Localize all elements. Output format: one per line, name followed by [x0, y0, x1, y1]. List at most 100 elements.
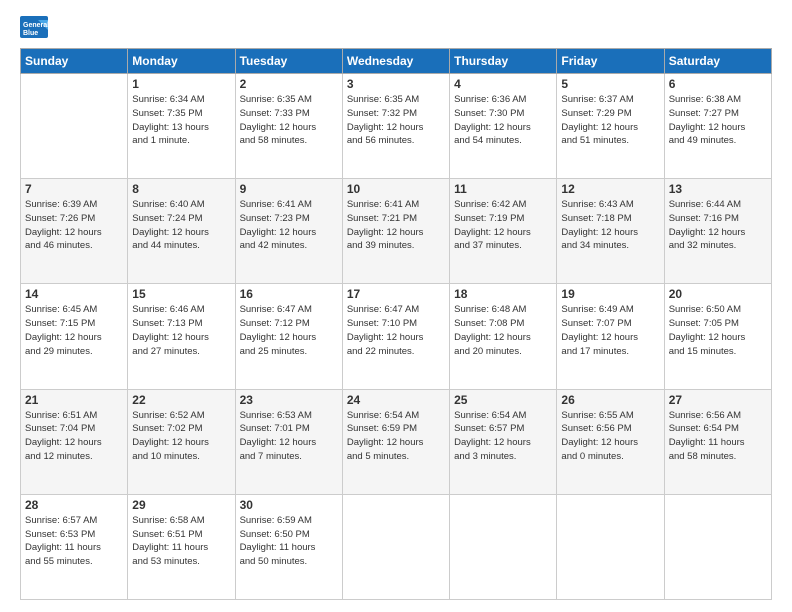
page: General Blue SundayMondayTuesdayWednesda… — [0, 0, 792, 612]
day-number: 5 — [561, 77, 659, 91]
calendar-cell: 11 Sunrise: 6:42 AM Sunset: 7:19 PM Dayli… — [450, 179, 557, 284]
day-info: Sunrise: 6:58 AM Sunset: 6:51 PM Dayligh… — [132, 514, 230, 569]
calendar-cell: 27 Sunrise: 6:56 AM Sunset: 6:54 PM Dayli… — [664, 389, 771, 494]
calendar-cell: 13 Sunrise: 6:44 AM Sunset: 7:16 PM Dayli… — [664, 179, 771, 284]
day-info: Sunrise: 6:34 AM Sunset: 7:35 PM Dayligh… — [132, 93, 230, 148]
calendar-cell: 4 Sunrise: 6:36 AM Sunset: 7:30 PM Daylig… — [450, 74, 557, 179]
day-info: Sunrise: 6:41 AM Sunset: 7:21 PM Dayligh… — [347, 198, 445, 253]
day-number: 27 — [669, 393, 767, 407]
calendar-cell: 26Sunrise: 6:55 AM Sunset: 6:56 PM Dayli… — [557, 389, 664, 494]
calendar-header: SundayMondayTuesdayWednesdayThursdayFrid… — [21, 49, 772, 74]
day-number: 15 — [132, 287, 230, 301]
day-number: 22 — [132, 393, 230, 407]
day-number: 17 — [347, 287, 445, 301]
logo-icon: General Blue — [20, 16, 48, 38]
day-number: 21 — [25, 393, 123, 407]
day-info: Sunrise: 6:56 AM Sunset: 6:54 PM Dayligh… — [669, 409, 767, 464]
calendar-cell: 7Sunrise: 6:39 AM Sunset: 7:26 PM Daylig… — [21, 179, 128, 284]
day-info: Sunrise: 6:47 AM Sunset: 7:12 PM Dayligh… — [240, 303, 338, 358]
weekday-header: Monday — [128, 49, 235, 74]
day-number: 18 — [454, 287, 552, 301]
day-number: 4 — [454, 77, 552, 91]
calendar-cell: 6Sunrise: 6:38 AM Sunset: 7:27 PM Daylig… — [664, 74, 771, 179]
day-info: Sunrise: 6:41 AM Sunset: 7:23 PM Dayligh… — [240, 198, 338, 253]
day-number: 12 — [561, 182, 659, 196]
calendar-week: 28 Sunrise: 6:57 AM Sunset: 6:53 PM Dayli… — [21, 494, 772, 599]
calendar-table: SundayMondayTuesdayWednesdayThursdayFrid… — [20, 48, 772, 600]
day-info: Sunrise: 6:57 AM Sunset: 6:53 PM Dayligh… — [25, 514, 123, 569]
svg-text:General: General — [23, 22, 48, 29]
day-info: Sunrise: 6:47 AM Sunset: 7:10 PM Dayligh… — [347, 303, 445, 358]
day-number: 10 — [347, 182, 445, 196]
day-info: Sunrise: 6:48 AM Sunset: 7:08 PM Dayligh… — [454, 303, 552, 358]
svg-text:Blue: Blue — [23, 30, 38, 37]
day-number: 2 — [240, 77, 338, 91]
weekday-header: Saturday — [664, 49, 771, 74]
day-info: Sunrise: 6:54 AM Sunset: 6:57 PM Dayligh… — [454, 409, 552, 464]
calendar-cell: 5 Sunrise: 6:37 AM Sunset: 7:29 PM Daylig… — [557, 74, 664, 179]
day-info: Sunrise: 6:49 AM Sunset: 7:07 PM Dayligh… — [561, 303, 659, 358]
day-number: 1 — [132, 77, 230, 91]
day-number: 26 — [561, 393, 659, 407]
calendar-week: 7Sunrise: 6:39 AM Sunset: 7:26 PM Daylig… — [21, 179, 772, 284]
weekday-header: Sunday — [21, 49, 128, 74]
calendar-cell — [557, 494, 664, 599]
day-info: Sunrise: 6:46 AM Sunset: 7:13 PM Dayligh… — [132, 303, 230, 358]
calendar-cell: 2Sunrise: 6:35 AM Sunset: 7:33 PM Daylig… — [235, 74, 342, 179]
day-number: 7 — [25, 182, 123, 196]
day-number: 28 — [25, 498, 123, 512]
weekday-header: Thursday — [450, 49, 557, 74]
calendar-cell: 28 Sunrise: 6:57 AM Sunset: 6:53 PM Dayli… — [21, 494, 128, 599]
calendar-cell: 29Sunrise: 6:58 AM Sunset: 6:51 PM Dayli… — [128, 494, 235, 599]
day-number: 13 — [669, 182, 767, 196]
day-info: Sunrise: 6:42 AM Sunset: 7:19 PM Dayligh… — [454, 198, 552, 253]
calendar-cell: 17 Sunrise: 6:47 AM Sunset: 7:10 PM Dayli… — [342, 284, 449, 389]
day-number: 3 — [347, 77, 445, 91]
day-info: Sunrise: 6:45 AM Sunset: 7:15 PM Dayligh… — [25, 303, 123, 358]
day-info: Sunrise: 6:54 AM Sunset: 6:59 PM Dayligh… — [347, 409, 445, 464]
calendar-week: 1 Sunrise: 6:34 AM Sunset: 7:35 PM Daylig… — [21, 74, 772, 179]
day-number: 16 — [240, 287, 338, 301]
day-number: 9 — [240, 182, 338, 196]
calendar-cell: 21 Sunrise: 6:51 AM Sunset: 7:04 PM Dayli… — [21, 389, 128, 494]
calendar-cell: 16 Sunrise: 6:47 AM Sunset: 7:12 PM Dayli… — [235, 284, 342, 389]
calendar-week: 14 Sunrise: 6:45 AM Sunset: 7:15 PM Dayli… — [21, 284, 772, 389]
calendar-cell: 24 Sunrise: 6:54 AM Sunset: 6:59 PM Dayli… — [342, 389, 449, 494]
day-number: 20 — [669, 287, 767, 301]
weekday-header: Wednesday — [342, 49, 449, 74]
logo: General Blue — [20, 16, 48, 38]
calendar-cell: 12Sunrise: 6:43 AM Sunset: 7:18 PM Dayli… — [557, 179, 664, 284]
day-info: Sunrise: 6:51 AM Sunset: 7:04 PM Dayligh… — [25, 409, 123, 464]
day-info: Sunrise: 6:50 AM Sunset: 7:05 PM Dayligh… — [669, 303, 767, 358]
day-number: 14 — [25, 287, 123, 301]
calendar-cell: 3 Sunrise: 6:35 AM Sunset: 7:32 PM Daylig… — [342, 74, 449, 179]
calendar-cell: 18 Sunrise: 6:48 AM Sunset: 7:08 PM Dayli… — [450, 284, 557, 389]
day-info: Sunrise: 6:44 AM Sunset: 7:16 PM Dayligh… — [669, 198, 767, 253]
calendar-cell — [342, 494, 449, 599]
calendar-cell: 8Sunrise: 6:40 AM Sunset: 7:24 PM Daylig… — [128, 179, 235, 284]
weekday-header: Friday — [557, 49, 664, 74]
calendar-cell — [664, 494, 771, 599]
day-number: 25 — [454, 393, 552, 407]
calendar-cell: 15 Sunrise: 6:46 AM Sunset: 7:13 PM Dayli… — [128, 284, 235, 389]
calendar-cell: 19Sunrise: 6:49 AM Sunset: 7:07 PM Dayli… — [557, 284, 664, 389]
day-info: Sunrise: 6:52 AM Sunset: 7:02 PM Dayligh… — [132, 409, 230, 464]
header: General Blue — [20, 16, 772, 38]
calendar-cell — [450, 494, 557, 599]
weekday-header: Tuesday — [235, 49, 342, 74]
calendar-cell: 1 Sunrise: 6:34 AM Sunset: 7:35 PM Daylig… — [128, 74, 235, 179]
calendar-cell: 22 Sunrise: 6:52 AM Sunset: 7:02 PM Dayli… — [128, 389, 235, 494]
day-number: 23 — [240, 393, 338, 407]
day-number: 24 — [347, 393, 445, 407]
calendar-cell: 30Sunrise: 6:59 AM Sunset: 6:50 PM Dayli… — [235, 494, 342, 599]
day-info: Sunrise: 6:35 AM Sunset: 7:32 PM Dayligh… — [347, 93, 445, 148]
day-number: 11 — [454, 182, 552, 196]
calendar-cell: 9 Sunrise: 6:41 AM Sunset: 7:23 PM Daylig… — [235, 179, 342, 284]
day-number: 8 — [132, 182, 230, 196]
calendar-cell — [21, 74, 128, 179]
day-info: Sunrise: 6:53 AM Sunset: 7:01 PM Dayligh… — [240, 409, 338, 464]
day-info: Sunrise: 6:37 AM Sunset: 7:29 PM Dayligh… — [561, 93, 659, 148]
day-info: Sunrise: 6:38 AM Sunset: 7:27 PM Dayligh… — [669, 93, 767, 148]
day-info: Sunrise: 6:36 AM Sunset: 7:30 PM Dayligh… — [454, 93, 552, 148]
calendar-cell: 20 Sunrise: 6:50 AM Sunset: 7:05 PM Dayli… — [664, 284, 771, 389]
